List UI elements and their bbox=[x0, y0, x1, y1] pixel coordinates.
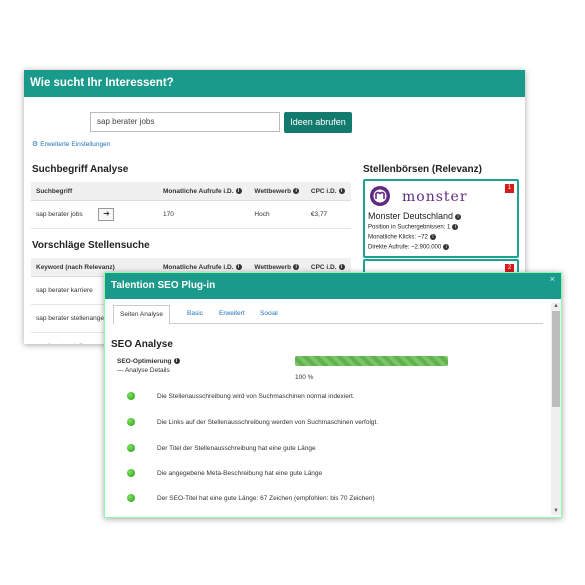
keyword-cell: sap berater jobs ➔ bbox=[31, 200, 158, 229]
scroll-down-icon[interactable]: ▼ bbox=[551, 508, 561, 515]
info-icon: i bbox=[452, 224, 459, 230]
tab-social[interactable]: Social bbox=[254, 305, 284, 323]
advanced-settings-link[interactable]: ⚙ Erweiterte Einstellungen bbox=[32, 140, 110, 148]
info-icon: i bbox=[235, 263, 242, 270]
monster-logo-icon bbox=[370, 186, 390, 206]
arrow-right-icon[interactable]: ➔ bbox=[98, 208, 115, 221]
fetch-ideas-button[interactable]: Ideen abrufen bbox=[284, 112, 352, 133]
job-board-card[interactable]: 1 monster Monster Deutschland i Position … bbox=[363, 179, 519, 258]
info-icon: i bbox=[429, 234, 436, 240]
info-icon: i bbox=[235, 187, 242, 194]
check-dot-icon bbox=[127, 469, 135, 477]
info-icon: i bbox=[293, 187, 300, 194]
scrollbar[interactable]: ▲ ▼ bbox=[551, 303, 561, 515]
analysis-details-toggle[interactable]: — Analyse Details bbox=[117, 367, 170, 374]
search-input[interactable]: sap berater jobs bbox=[90, 112, 280, 132]
scroll-up-icon[interactable]: ▲ bbox=[551, 303, 561, 310]
check-dot-icon bbox=[127, 444, 135, 452]
info-icon: i bbox=[455, 213, 462, 220]
window-title: Talention SEO Plug-in bbox=[105, 273, 561, 299]
board-name: Monster Deutschland i bbox=[368, 211, 462, 221]
info-icon: i bbox=[293, 263, 300, 270]
job-boards-heading: Stellenbörsen (Relevanz) bbox=[363, 164, 482, 175]
progress-fill bbox=[295, 356, 448, 366]
cpc-cell: €3,77 bbox=[305, 200, 351, 229]
seo-optimization-label: SEO-Optimierung i bbox=[117, 358, 180, 365]
competition-cell: Hoch bbox=[249, 200, 306, 229]
tab-basic[interactable]: Basic bbox=[181, 305, 209, 323]
progress-percent: 100 % bbox=[295, 374, 314, 381]
analysis-table: Suchbegriff Monatliche Aufrufe i.D. i Wet… bbox=[31, 182, 351, 229]
check-dot-icon bbox=[127, 494, 135, 502]
col-header: Monatliche Aufrufe i.D. i bbox=[158, 182, 250, 201]
check-dot-icon bbox=[127, 418, 135, 426]
board-stat: Monatliche Klicks: ~72 i bbox=[368, 234, 436, 241]
analysis-heading: Suchbegriff Analyse bbox=[32, 164, 129, 175]
check-dot-icon bbox=[127, 392, 135, 400]
seo-progress-bar bbox=[295, 356, 448, 366]
suggestions-heading: Vorschläge Stellensuche bbox=[32, 240, 150, 251]
info-icon: i bbox=[338, 263, 345, 270]
gear-icon: ⚙ bbox=[32, 141, 39, 148]
advanced-settings-label: Erweiterte Einstellungen bbox=[40, 141, 111, 148]
rank-badge: 1 bbox=[505, 184, 514, 193]
monster-wordmark: monster bbox=[402, 189, 468, 205]
info-icon: i bbox=[443, 244, 450, 250]
close-icon[interactable]: × bbox=[550, 273, 555, 285]
table-row: sap berater jobs ➔ 170 Hoch €3,77 bbox=[31, 200, 351, 229]
seo-plugin-window: Talention SEO Plug-in × Seiten Analyse B… bbox=[104, 272, 562, 518]
info-icon: i bbox=[173, 358, 180, 365]
info-icon: i bbox=[338, 187, 345, 194]
board-stat: Position in Suchergebnissen: 1i bbox=[368, 224, 459, 231]
scroll-thumb[interactable] bbox=[552, 311, 560, 407]
col-header: Wettbewerb i bbox=[249, 182, 306, 201]
tab-advanced[interactable]: Erweitert bbox=[213, 305, 251, 323]
window-title: Wie sucht Ihr Interessent? bbox=[24, 70, 525, 97]
seo-heading: SEO Analyse bbox=[111, 339, 173, 350]
tab-page-analysis[interactable]: Seiten Analyse bbox=[113, 305, 171, 325]
tab-bar: Seiten Analyse Basic Erweitert Social bbox=[113, 305, 543, 325]
col-header: Suchbegriff bbox=[31, 182, 158, 201]
col-header: CPC i.D. i bbox=[305, 182, 351, 201]
searches-cell: 170 bbox=[158, 200, 250, 229]
board-stat: Direkte Aufrufe: ~2.900.000 i bbox=[368, 244, 450, 251]
